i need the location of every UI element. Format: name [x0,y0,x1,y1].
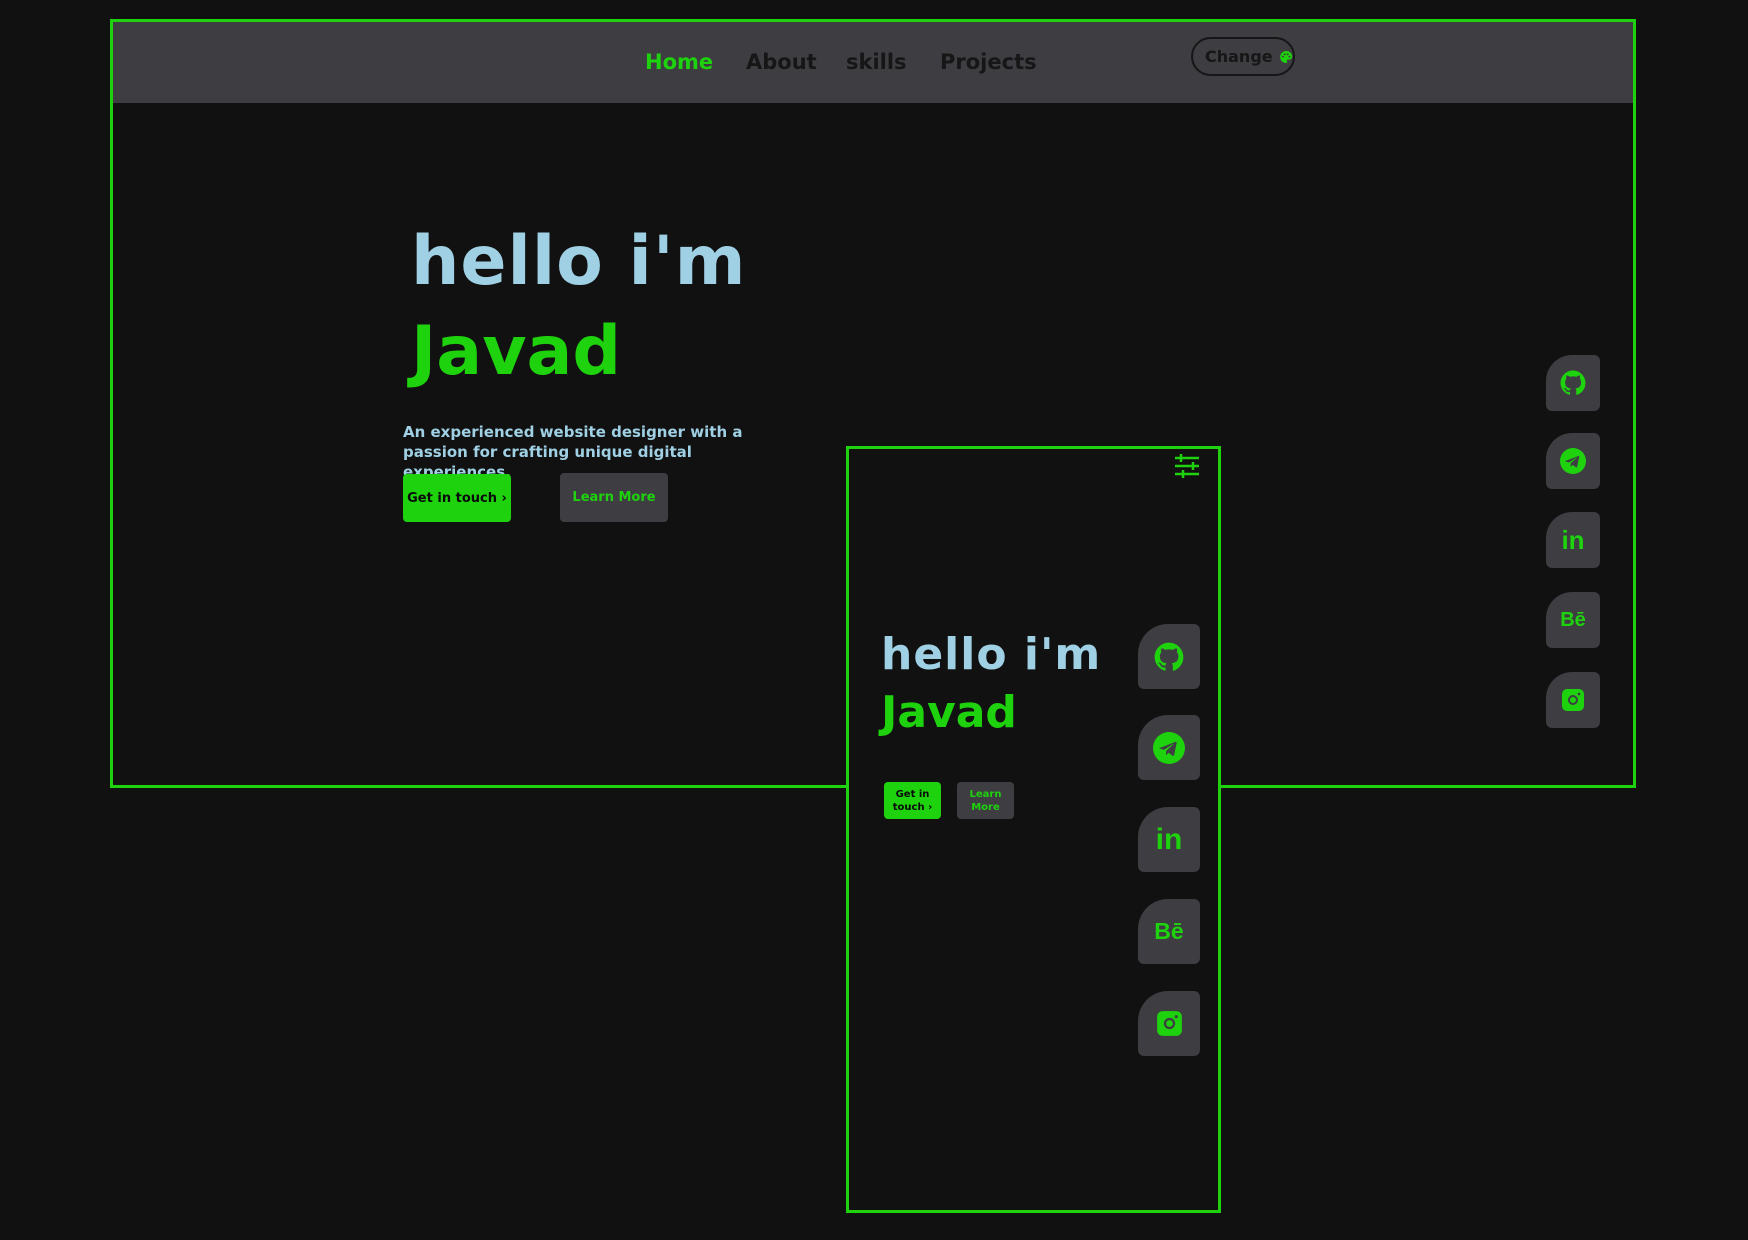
navbar: Home About skills Projects Change [113,22,1633,103]
nav-about[interactable]: About [746,50,817,74]
instagram-icon [1156,1011,1182,1036]
instagram-icon [1562,689,1584,711]
behance-icon: Bē [1154,918,1184,944]
mobile-preview: hello i'm Javad Get in touch › Learn Mor… [846,446,1221,1213]
mobile-get-in-touch-line-2: touch › [892,801,933,813]
linkedin-icon: in [1155,822,1183,856]
github-icon [1560,370,1586,395]
mobile-instagram-link[interactable] [1138,991,1200,1056]
nav-skills[interactable]: skills [846,50,907,74]
mobile-get-in-touch-line-1: Get in [895,788,930,800]
linkedin-link[interactable]: in [1546,512,1600,568]
settings-sliders-icon[interactable] [1173,453,1201,479]
learn-more-button[interactable]: Learn More [560,473,668,522]
behance-icon: Bē [1560,608,1586,631]
linkedin-icon: in [1561,524,1585,555]
telegram-link[interactable] [1546,433,1600,489]
hero-name: Javad [411,312,622,391]
mobile-learn-more-line-2: More [971,801,1000,813]
change-label: Change [1205,47,1273,66]
mobile-hero-name: Javad [881,687,1017,738]
get-in-touch-button[interactable]: Get in touch › [403,474,511,522]
github-icon [1154,642,1184,671]
nav-home[interactable]: Home [645,50,713,74]
mobile-linkedin-link[interactable]: in [1138,807,1200,872]
instagram-link[interactable] [1546,672,1600,728]
mobile-github-link[interactable] [1138,624,1200,689]
hero-description-line-1: An experienced website designer with a [403,423,743,441]
hero-greeting: hello i'm [411,222,747,301]
change-theme-button[interactable]: Change [1191,37,1295,76]
mobile-learn-more-button[interactable]: Learn More [957,782,1014,819]
telegram-icon [1153,731,1185,764]
mobile-learn-more-line-1: Learn [969,788,1002,800]
nav-projects[interactable]: Projects [940,50,1037,74]
github-link[interactable] [1546,355,1600,411]
telegram-icon [1560,448,1586,474]
mobile-hero-greeting: hello i'm [881,629,1102,680]
mobile-behance-link[interactable]: Bē [1138,899,1200,964]
mobile-get-in-touch-button[interactable]: Get in touch › [884,782,941,819]
mobile-telegram-link[interactable] [1138,715,1200,780]
palette-icon [1279,50,1292,63]
behance-link[interactable]: Bē [1546,592,1600,648]
